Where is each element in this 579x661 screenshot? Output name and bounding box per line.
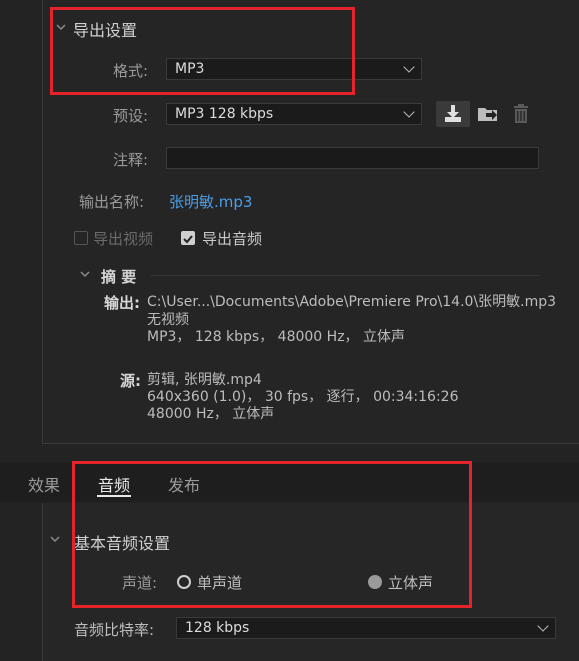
summary-collapse-chevron-icon[interactable] <box>78 267 92 281</box>
import-preset-icon <box>478 108 497 121</box>
summary-source-line-2: 640x360 (1.0)， 30 fps， 逐行， 00:34:16:26 <box>147 389 459 405</box>
export-video-label: 导出视频 <box>93 230 154 248</box>
bitrate-value: 128 kbps <box>185 620 250 636</box>
highlight-box-format <box>50 7 355 95</box>
preset-label: 预设: <box>113 107 149 125</box>
summary-output-line-2: 无视频 <box>147 312 189 328</box>
summary-source-label: 源: <box>120 372 141 390</box>
summary-source-line-3: 48000 Hz， 立体声 <box>147 406 275 422</box>
export-video-checkbox[interactable] <box>74 231 88 245</box>
tab-effects[interactable]: 效果 <box>28 472 60 496</box>
output-name-label: 输出名称: <box>79 193 145 211</box>
chevron-down-icon <box>537 620 549 632</box>
save-preset-icon <box>445 105 461 122</box>
highlight-box-audio <box>72 461 472 608</box>
summary-output-line-1: C:\User...\Documents\Adobe\Premiere Pro\… <box>147 294 557 310</box>
comment-input[interactable] <box>166 147 539 169</box>
chevron-down-icon <box>403 106 415 118</box>
summary-output-label: 输出: <box>104 294 140 312</box>
import-preset-button[interactable] <box>472 101 506 127</box>
summary-title: 摘 要 <box>101 268 137 286</box>
bitrate-dropdown[interactable]: 128 kbps <box>176 617 556 639</box>
export-audio-label: 导出音频 <box>202 230 263 248</box>
bitrate-label: 音频比特率: <box>74 621 155 639</box>
summary-output-line-3: MP3， 128 kbps， 48000 Hz， 立体声 <box>147 329 405 345</box>
summary-divider <box>150 275 540 276</box>
audio-collapse-chevron-icon[interactable] <box>48 532 62 546</box>
preset-dropdown[interactable]: MP3 128 kbps <box>166 103 422 125</box>
export-audio-checkbox[interactable] <box>181 231 195 245</box>
chevron-down-icon <box>403 61 415 73</box>
checkmark-icon <box>183 235 193 244</box>
output-name-link[interactable]: 张明敏.mp3 <box>169 191 252 212</box>
delete-preset-button[interactable] <box>506 101 540 127</box>
comment-label: 注释: <box>113 151 149 169</box>
preset-value: MP3 128 kbps <box>175 106 274 122</box>
summary-source-line-1: 剪辑, 张明敏.mp4 <box>147 372 262 388</box>
save-preset-button[interactable] <box>436 101 470 127</box>
trash-icon <box>514 104 528 123</box>
